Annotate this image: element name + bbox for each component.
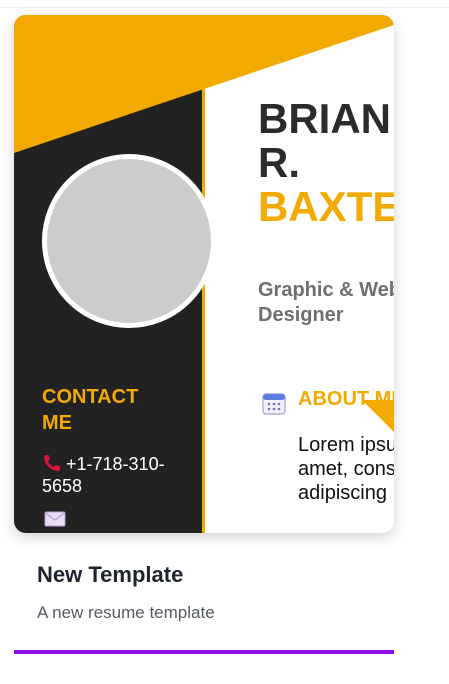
resume-middle-initial: R. xyxy=(258,139,300,186)
template-title[interactable]: New Template xyxy=(37,562,183,588)
mail-icon xyxy=(44,511,66,527)
resume-job-title: Graphic & Web Designer xyxy=(258,279,394,326)
template-preview-card[interactable]: BRIAN R. BAXTER Graphic & Web Designer C… xyxy=(14,15,394,533)
resume-last-name: BAXTER xyxy=(258,183,394,230)
profile-photo-placeholder xyxy=(42,154,216,328)
resume-first-name: BRIAN xyxy=(258,95,391,142)
phone-icon xyxy=(44,455,60,471)
about-text: Lorem ipsum dolor sit amet, consectetur … xyxy=(298,434,394,504)
template-description: A new resume template xyxy=(37,603,215,622)
contact-heading: CONTACT ME xyxy=(42,386,139,434)
top-divider xyxy=(0,7,449,8)
calendar-icon xyxy=(262,393,286,415)
selected-accent-bar xyxy=(14,650,394,654)
resume-name: BRIAN R. BAXTER xyxy=(258,97,394,229)
phone-row: +1-718-310-5658 xyxy=(42,453,182,497)
